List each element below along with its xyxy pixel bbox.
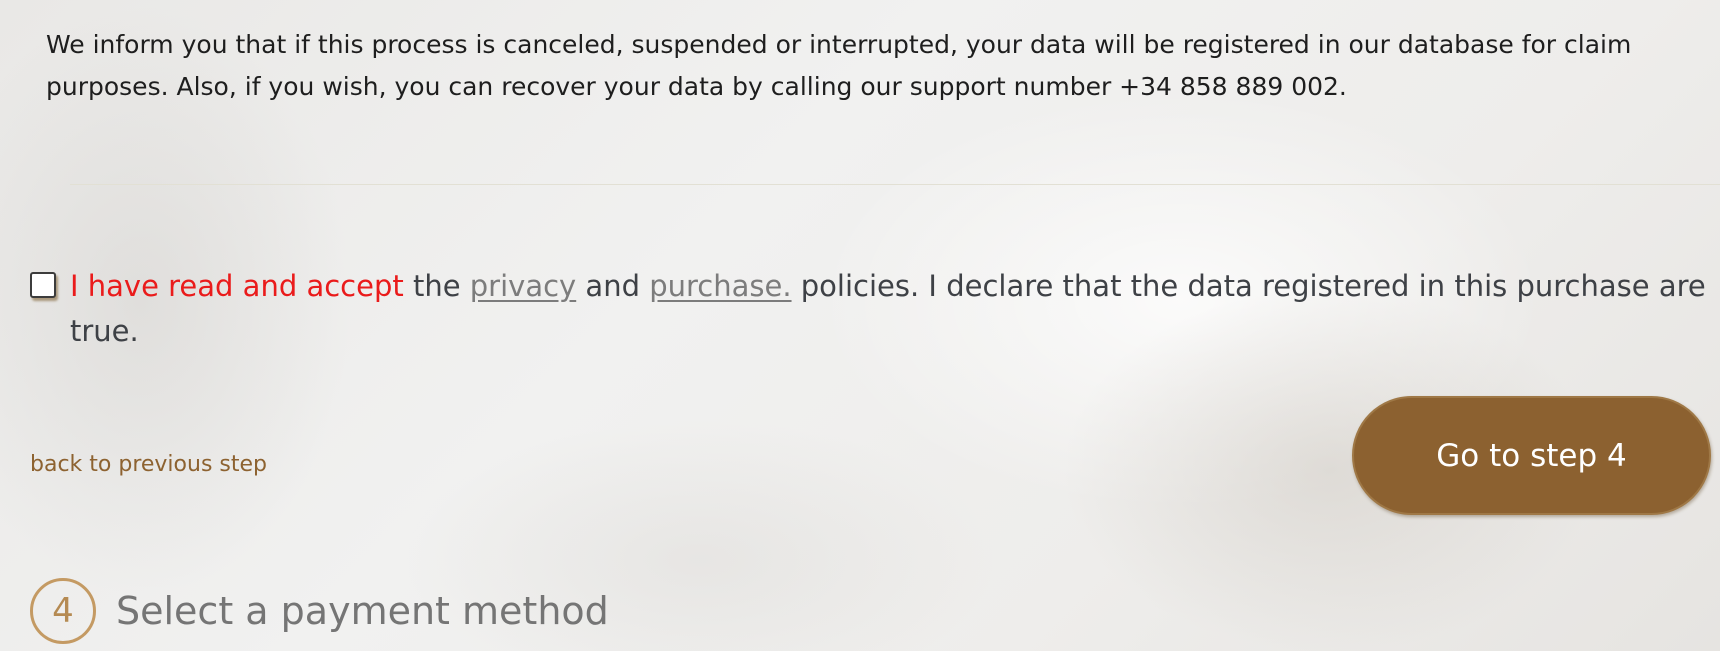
step-4-header[interactable]: 4 Select a payment method: [30, 576, 609, 646]
step-number-badge: 4: [30, 578, 96, 644]
purchase-policy-link[interactable]: purchase.: [649, 269, 791, 303]
data-notice-text: We inform you that if this process is ca…: [46, 30, 1632, 101]
accept-required-label: I have read and accept: [70, 269, 404, 303]
section-divider: [70, 184, 1720, 185]
consent-text-and: and: [576, 269, 650, 303]
go-to-step-4-button[interactable]: Go to step 4: [1352, 396, 1711, 515]
consent-text-the: the: [403, 269, 470, 303]
privacy-policy-link[interactable]: privacy: [470, 269, 576, 303]
back-to-previous-step-link[interactable]: back to previous step: [30, 452, 267, 477]
step-title: Select a payment method: [116, 589, 609, 633]
accept-terms-checkbox[interactable]: [30, 272, 56, 298]
consent-text: I have read and accept the privacy and p…: [70, 264, 1710, 354]
